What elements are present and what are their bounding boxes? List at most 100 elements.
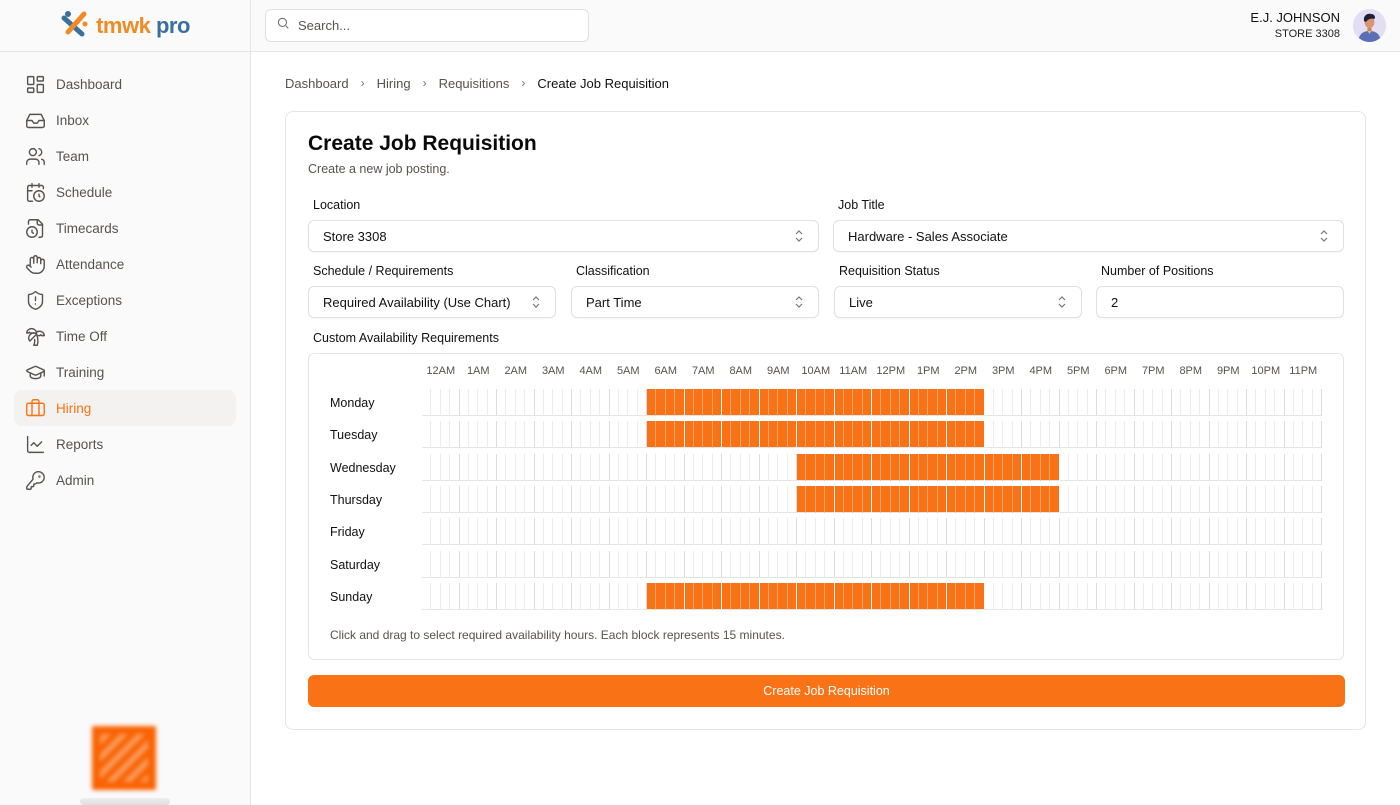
- time-block[interactable]: [1050, 550, 1060, 578]
- time-block[interactable]: [872, 453, 882, 481]
- time-block[interactable]: [1172, 485, 1182, 513]
- time-block[interactable]: [993, 485, 1004, 513]
- time-block[interactable]: [422, 518, 432, 546]
- time-block[interactable]: [1068, 389, 1079, 416]
- time-block[interactable]: [928, 453, 938, 481]
- time-block[interactable]: [778, 389, 788, 416]
- time-block[interactable]: [881, 453, 891, 481]
- sidebar-item-inbox[interactable]: Inbox: [14, 102, 236, 138]
- time-block[interactable]: [637, 485, 647, 513]
- time-block[interactable]: [1153, 518, 1163, 546]
- time-block[interactable]: [834, 518, 844, 546]
- time-block[interactable]: [1059, 389, 1069, 416]
- time-block[interactable]: [665, 518, 676, 546]
- time-block[interactable]: [1247, 518, 1257, 546]
- time-block[interactable]: [787, 453, 797, 481]
- time-block[interactable]: [1106, 518, 1116, 546]
- time-block[interactable]: [956, 421, 966, 449]
- time-block[interactable]: [1134, 518, 1144, 546]
- time-block[interactable]: [834, 421, 844, 449]
- time-block[interactable]: [1003, 485, 1013, 513]
- sidebar-item-reports[interactable]: Reports: [14, 426, 236, 462]
- time-block[interactable]: [487, 421, 497, 449]
- time-block[interactable]: [853, 485, 863, 513]
- time-block[interactable]: [468, 421, 479, 449]
- time-block[interactable]: [1228, 421, 1238, 449]
- time-block[interactable]: [1097, 485, 1107, 513]
- time-block[interactable]: [1275, 453, 1285, 481]
- time-block[interactable]: [487, 389, 497, 416]
- time-block[interactable]: [834, 453, 844, 481]
- time-block[interactable]: [993, 421, 1004, 449]
- time-block[interactable]: [947, 582, 957, 610]
- time-block[interactable]: [712, 421, 722, 449]
- time-block[interactable]: [1022, 582, 1032, 610]
- time-block[interactable]: [740, 518, 751, 546]
- time-block[interactable]: [740, 550, 751, 578]
- time-block[interactable]: [1303, 582, 1313, 610]
- time-block[interactable]: [900, 485, 910, 513]
- time-block[interactable]: [731, 518, 741, 546]
- time-block[interactable]: [431, 389, 441, 416]
- time-block[interactable]: [478, 453, 488, 481]
- time-block[interactable]: [1275, 582, 1285, 610]
- time-block[interactable]: [1134, 550, 1144, 578]
- time-block[interactable]: [768, 518, 779, 546]
- sidebar-item-training[interactable]: Training: [14, 354, 236, 390]
- time-block[interactable]: [825, 518, 835, 546]
- time-block[interactable]: [525, 518, 535, 546]
- time-block[interactable]: [1134, 421, 1144, 449]
- time-block[interactable]: [562, 550, 572, 578]
- time-block[interactable]: [1228, 550, 1238, 578]
- search-box[interactable]: [265, 9, 589, 42]
- time-block[interactable]: [1087, 453, 1097, 481]
- time-block[interactable]: [759, 582, 769, 610]
- time-block[interactable]: [1293, 453, 1304, 481]
- time-block[interactable]: [1068, 453, 1079, 481]
- time-block[interactable]: [722, 389, 732, 416]
- time-block[interactable]: [637, 550, 647, 578]
- time-block[interactable]: [1237, 389, 1247, 416]
- time-block[interactable]: [1312, 389, 1322, 416]
- time-block[interactable]: [1087, 389, 1097, 416]
- time-block[interactable]: [1312, 485, 1322, 513]
- time-block[interactable]: [1162, 485, 1172, 513]
- time-block[interactable]: [1237, 518, 1247, 546]
- time-block[interactable]: [1125, 485, 1135, 513]
- time-block[interactable]: [1106, 389, 1116, 416]
- breadcrumb-dashboard[interactable]: Dashboard: [285, 76, 349, 91]
- time-block[interactable]: [731, 550, 741, 578]
- time-block[interactable]: [909, 389, 919, 416]
- time-block[interactable]: [534, 453, 544, 481]
- status-select[interactable]: Live: [834, 286, 1082, 318]
- time-block[interactable]: [1228, 389, 1238, 416]
- time-block[interactable]: [609, 550, 619, 578]
- time-block[interactable]: [900, 421, 910, 449]
- time-block[interactable]: [965, 389, 976, 416]
- time-block[interactable]: [431, 582, 441, 610]
- schedule-select[interactable]: Required Availability (Use Chart): [308, 286, 556, 318]
- time-block[interactable]: [797, 421, 807, 449]
- time-block[interactable]: [1106, 582, 1116, 610]
- sidebar-item-hiring[interactable]: Hiring: [14, 390, 236, 426]
- time-block[interactable]: [1003, 550, 1013, 578]
- time-block[interactable]: [806, 550, 816, 578]
- time-block[interactable]: [787, 485, 797, 513]
- time-block[interactable]: [815, 389, 826, 416]
- time-block[interactable]: [628, 550, 638, 578]
- time-block[interactable]: [928, 550, 938, 578]
- time-block[interactable]: [1153, 421, 1163, 449]
- time-block[interactable]: [1078, 453, 1088, 481]
- time-block[interactable]: [1031, 389, 1041, 416]
- time-block[interactable]: [1115, 453, 1126, 481]
- time-block[interactable]: [834, 550, 844, 578]
- time-block[interactable]: [590, 453, 601, 481]
- time-block[interactable]: [515, 518, 526, 546]
- time-block[interactable]: [759, 453, 769, 481]
- time-block[interactable]: [909, 550, 919, 578]
- time-block[interactable]: [440, 550, 451, 578]
- time-block[interactable]: [731, 453, 741, 481]
- time-block[interactable]: [647, 421, 657, 449]
- time-block[interactable]: [750, 389, 760, 416]
- time-block[interactable]: [1143, 453, 1154, 481]
